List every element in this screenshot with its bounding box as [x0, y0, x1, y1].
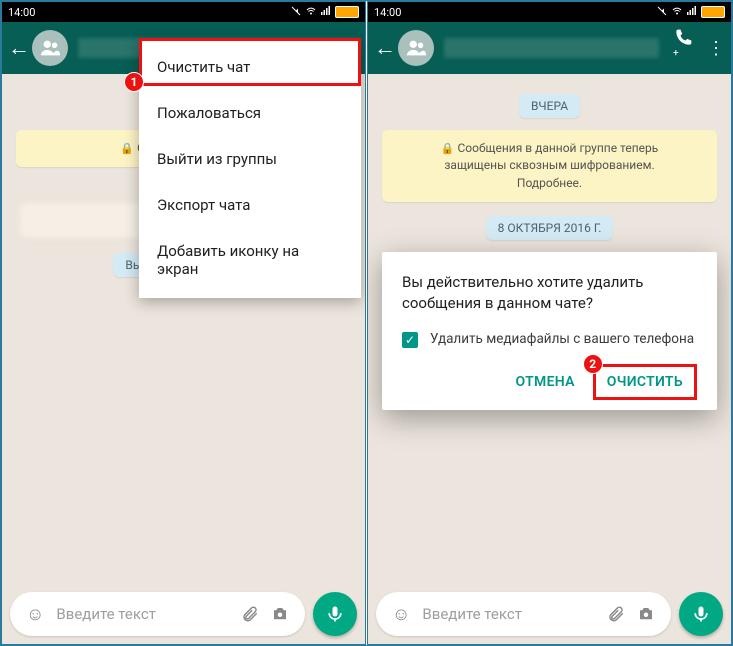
mute-icon: [656, 5, 668, 20]
menu-add-shortcut[interactable]: Добавить иконку на экран: [139, 228, 361, 292]
highlight-box-2: [593, 364, 697, 400]
status-time: 14:00: [374, 6, 401, 19]
lock-icon: 🔒: [441, 142, 455, 155]
menu-export-chat[interactable]: Экспорт чата: [139, 182, 361, 228]
wifi-icon: [671, 5, 683, 20]
dialog-title: Вы действительно хотите удалить сообщени…: [402, 272, 697, 314]
input-placeholder: Введите текст: [56, 605, 235, 623]
emoji-icon[interactable]: ☺: [26, 604, 44, 625]
emoji-icon[interactable]: ☺: [392, 604, 410, 625]
mic-button[interactable]: [679, 592, 723, 636]
lock-icon: 🔒: [120, 142, 134, 155]
composer: ☺ Введите текст: [376, 592, 723, 636]
encryption-notice: 🔒Сообщения в данной группе теперь защище…: [382, 130, 717, 202]
confirm-dialog: Вы действительно хотите удалить сообщени…: [382, 252, 717, 410]
cancel-button[interactable]: ОТМЕНА: [508, 364, 583, 400]
group-avatar[interactable]: [32, 30, 68, 66]
attach-icon[interactable]: [607, 605, 625, 623]
highlight-box-1: [139, 38, 361, 86]
date-pill-2: 8 ОКТЯБРЯ 2016 Г.: [486, 216, 614, 240]
checkbox-label: Удалить медиафайлы с вашего телефона: [430, 330, 694, 348]
menu-exit-group[interactable]: Выйти из группы: [139, 136, 361, 182]
phone-right: 14:00 ← +: [367, 1, 732, 645]
composer: ☺ Введите текст: [10, 592, 357, 636]
status-bar: 14:00: [368, 2, 731, 22]
camera-icon[interactable]: [637, 605, 655, 623]
app-header: ← + ⋮: [368, 22, 731, 74]
wifi-icon: [305, 5, 317, 20]
camera-icon[interactable]: [271, 605, 289, 623]
input-placeholder: Введите текст: [422, 605, 601, 623]
battery-icon: [335, 6, 359, 18]
step-badge-1: 1: [124, 72, 144, 92]
delete-media-checkbox[interactable]: ✓: [402, 332, 418, 348]
attach-icon[interactable]: [241, 605, 259, 623]
battery-icon: [701, 6, 725, 18]
chat-title[interactable]: [444, 38, 659, 58]
mic-button[interactable]: [313, 592, 357, 636]
status-bar: 14:00: [2, 2, 365, 22]
signal-icon: [320, 5, 332, 20]
call-icon[interactable]: +: [673, 28, 693, 69]
phone-left: 14:00 ← 🔒Сообще з: [1, 1, 366, 645]
message-input[interactable]: ☺ Введите текст: [10, 592, 305, 636]
status-time: 14:00: [8, 6, 35, 19]
menu-report[interactable]: Пожаловаться: [139, 90, 361, 136]
signal-icon: [686, 5, 698, 20]
back-icon[interactable]: ←: [374, 35, 396, 61]
group-avatar[interactable]: [398, 30, 434, 66]
back-icon[interactable]: ←: [8, 35, 30, 61]
date-pill: ВЧЕРА: [519, 94, 580, 118]
overflow-icon[interactable]: ⋮: [707, 38, 725, 59]
mute-icon: [290, 5, 302, 20]
step-badge-2: 2: [583, 354, 603, 374]
message-input[interactable]: ☺ Введите текст: [376, 592, 671, 636]
